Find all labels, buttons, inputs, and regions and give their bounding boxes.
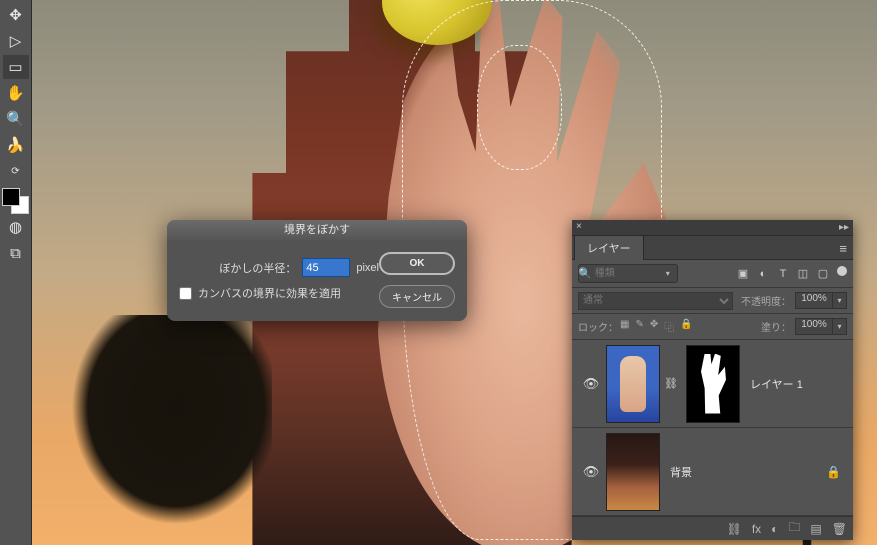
panel-menu-icon[interactable]: ≡	[839, 241, 847, 256]
feather-dialog: 境界をぼかす ぼかしの半径： pixel カンバスの境界に効果を適用 OK キャ…	[167, 220, 467, 321]
toolbar: ✥ ▷ ▭ ✋ 🔍 🍌 ⟳ ◍ ⧉	[0, 0, 32, 545]
ok-button[interactable]: OK	[379, 252, 455, 275]
lock-transparent-icon[interactable]: ▦	[620, 319, 629, 334]
canvas-tree	[32, 315, 272, 545]
layer-kind-filter[interactable]	[578, 264, 678, 283]
custom-tool[interactable]: 🍌	[3, 133, 29, 157]
filter-type-icon[interactable]: T	[775, 266, 791, 282]
apply-at-canvas-bounds-label: カンバスの境界に効果を適用	[198, 285, 341, 301]
panel-close-icon[interactable]: ×	[576, 221, 582, 232]
layer-list: 👁 ⛓ レイヤー 1 👁 背景 🔒	[572, 340, 853, 516]
opacity-label: 不透明度：	[741, 293, 791, 308]
lock-label: ロック：	[578, 319, 618, 334]
link-layers-icon[interactable]: ⛓	[727, 522, 742, 536]
filter-smart-icon[interactable]: ▢	[815, 266, 831, 282]
direct-select-tool[interactable]: ▷	[3, 29, 29, 53]
blend-mode-select[interactable]: 通常	[578, 292, 733, 310]
layer-thumbnail[interactable]	[606, 433, 660, 511]
layer-row[interactable]: 👁 ⛓ レイヤー 1	[572, 340, 853, 428]
lock-icon: 🔒	[826, 465, 841, 479]
layer-thumbnail[interactable]	[606, 345, 660, 423]
layers-panel: × ▸▸ レイヤー ≡ 🔍 ▾ ▣ ◐ T ◫ ▢ 通常 不透明度： 100% …	[572, 220, 853, 540]
layer-style-icon[interactable]: fx	[752, 522, 761, 536]
filter-adjust-icon[interactable]: ◐	[755, 266, 771, 282]
fill-label: 塗り：	[761, 319, 791, 334]
layer-row[interactable]: 👁 背景 🔒	[572, 428, 853, 516]
radius-unit: pixel	[356, 262, 379, 274]
swap-colors[interactable]: ⟳	[3, 159, 29, 183]
add-mask-icon[interactable]: ◐	[771, 522, 778, 536]
dialog-title: 境界をぼかす	[167, 220, 467, 240]
delete-layer-icon[interactable]: 🗑	[832, 522, 847, 536]
quick-mask-tool[interactable]: ◍	[3, 215, 29, 239]
lock-artboard-icon[interactable]: ⿻	[664, 319, 674, 334]
visibility-toggle[interactable]: 👁	[580, 376, 602, 392]
radius-input[interactable]	[302, 258, 350, 277]
lock-position-icon[interactable]: ✥	[650, 319, 658, 334]
fill-dropdown[interactable]: ▾	[833, 318, 847, 335]
new-group-icon[interactable]: 🗀	[788, 518, 800, 539]
lock-all-icon[interactable]: 🔒	[680, 319, 692, 334]
filter-toggle[interactable]	[837, 266, 847, 276]
filter-shape-icon[interactable]: ◫	[795, 266, 811, 282]
opacity-value[interactable]: 100%	[795, 292, 833, 309]
marquee-tool[interactable]: ▭	[3, 55, 29, 79]
color-swatches[interactable]	[2, 188, 30, 214]
screen-mode-tool[interactable]: ⧉	[3, 241, 29, 265]
lock-pixels-icon[interactable]: ✎	[635, 319, 643, 334]
selection-outline-gap	[477, 45, 562, 170]
mask-link-icon[interactable]: ⛓	[664, 377, 678, 390]
layer-name[interactable]: レイヤー 1	[750, 376, 803, 392]
visibility-toggle[interactable]: 👁	[580, 464, 602, 480]
move-tool[interactable]: ✥	[3, 3, 29, 27]
layer-name[interactable]: 背景	[670, 464, 692, 480]
foreground-color[interactable]	[2, 188, 20, 206]
new-layer-icon[interactable]: ▤	[810, 522, 821, 536]
zoom-tool[interactable]: 🔍	[3, 107, 29, 131]
layer-mask-thumbnail[interactable]	[686, 345, 740, 423]
panel-collapse-icon[interactable]: ▸▸	[839, 222, 849, 233]
tab-layers[interactable]: レイヤー	[574, 235, 644, 260]
filter-image-icon[interactable]: ▣	[735, 266, 751, 282]
cancel-button[interactable]: キャンセル	[379, 285, 455, 308]
opacity-dropdown[interactable]: ▾	[833, 292, 847, 309]
radius-label: ぼかしの半径：	[219, 260, 302, 276]
hand-tool[interactable]: ✋	[3, 81, 29, 105]
fill-value[interactable]: 100%	[795, 318, 833, 335]
apply-at-canvas-bounds-checkbox[interactable]	[179, 287, 192, 300]
